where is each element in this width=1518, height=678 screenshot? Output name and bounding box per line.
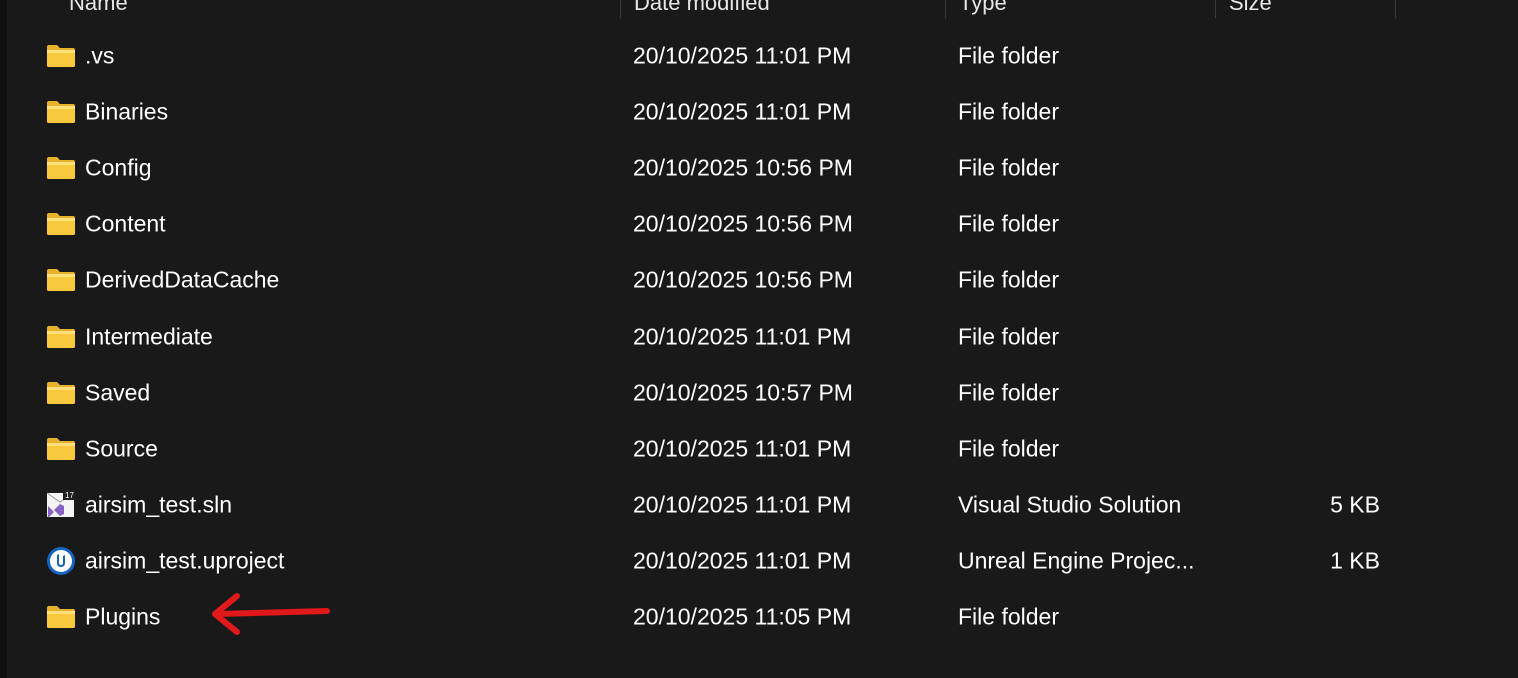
column-divider[interactable]	[1215, 0, 1216, 18]
file-date-modified: 20/10/2025 10:56 PM	[633, 266, 853, 293]
file-list: .vs 20/10/2025 11:01 PM File folder Binarie…	[0, 28, 1518, 645]
column-header-date-modified[interactable]: Date modified	[634, 0, 770, 16]
file-row[interactable]: Saved 20/10/2025 10:57 PM File folder	[0, 365, 1518, 421]
file-row[interactable]: Config 20/10/2025 10:56 PM File folder	[0, 140, 1518, 196]
file-name: Binaries	[85, 98, 169, 125]
file-name: Saved	[85, 379, 151, 406]
folder-icon	[47, 437, 75, 460]
file-type: File folder	[958, 42, 1059, 69]
file-size: 1 KB	[1330, 547, 1380, 574]
file-type: File folder	[958, 379, 1059, 406]
visual-studio-solution-icon: 17	[46, 489, 76, 518]
file-row[interactable]: DerivedDataCache 20/10/2025 10:56 PM File …	[0, 252, 1518, 308]
file-date-modified: 20/10/2025 11:01 PM	[633, 98, 852, 125]
file-name: DerivedDataCache	[85, 266, 280, 293]
red-arrow-icon	[212, 593, 330, 635]
file-date-modified: 20/10/2025 10:57 PM	[633, 379, 853, 406]
folder-icon	[47, 101, 75, 124]
folder-icon	[47, 325, 75, 348]
file-name: airsim_test.sln	[85, 491, 232, 518]
folder-icon	[47, 157, 75, 180]
file-type: File folder	[958, 323, 1059, 350]
file-name: airsim_test.uproject	[85, 547, 285, 574]
file-date-modified: 20/10/2025 11:01 PM	[633, 323, 852, 350]
file-date-modified: 20/10/2025 11:01 PM	[633, 547, 852, 574]
file-row[interactable]: Source 20/10/2025 11:01 PM File folder	[0, 421, 1518, 477]
column-header-size[interactable]: Size	[1229, 0, 1272, 16]
column-header-bar: Name Date modified Type Size	[7, 0, 1518, 18]
file-date-modified: 20/10/2025 11:01 PM	[633, 435, 852, 462]
file-name: Config	[85, 154, 152, 181]
file-type: File folder	[958, 266, 1059, 293]
file-explorer-window: Name Date modified Type Size .vs 20/10/20…	[0, 0, 1518, 678]
file-row[interactable]: airsim_test.uproject 20/10/2025 11:01 PM U…	[0, 533, 1518, 589]
file-size: 5 KB	[1330, 491, 1380, 518]
file-type: Visual Studio Solution	[958, 491, 1182, 518]
column-header-name[interactable]: Name	[69, 0, 128, 16]
vs-version-badge: 17	[65, 491, 74, 500]
file-row[interactable]: Intermediate 20/10/2025 11:01 PM File fold…	[0, 308, 1518, 364]
column-divider[interactable]	[620, 0, 621, 18]
file-type: File folder	[958, 98, 1059, 125]
folder-icon	[47, 45, 75, 68]
file-name: Plugins	[85, 603, 161, 630]
file-date-modified: 20/10/2025 10:56 PM	[633, 210, 853, 237]
file-type: File folder	[958, 210, 1059, 237]
file-type: File folder	[958, 603, 1059, 630]
file-row[interactable]: Content 20/10/2025 10:56 PM File folder	[0, 196, 1518, 252]
unreal-engine-icon	[47, 546, 75, 575]
file-type: File folder	[958, 435, 1059, 462]
column-header-type[interactable]: Type	[959, 0, 1007, 16]
file-name: .vs	[85, 42, 115, 69]
file-name: Source	[85, 435, 158, 462]
column-divider[interactable]	[1395, 0, 1396, 18]
file-date-modified: 20/10/2025 11:01 PM	[633, 491, 852, 518]
file-date-modified: 20/10/2025 11:05 PM	[633, 603, 852, 630]
file-row[interactable]: .vs 20/10/2025 11:01 PM File folder	[0, 28, 1518, 84]
folder-icon	[47, 605, 75, 628]
file-row[interactable]: Binaries 20/10/2025 11:01 PM File folder	[0, 84, 1518, 140]
file-type: Unreal Engine Projec...	[958, 547, 1195, 574]
file-row[interactable]: 17 airsim_test.sln 20/10/2025 11:01 PM Visu…	[0, 477, 1518, 533]
column-divider[interactable]	[945, 0, 946, 18]
folder-icon	[47, 381, 75, 404]
folder-icon	[47, 213, 75, 236]
file-name: Content	[85, 210, 166, 237]
file-type: File folder	[958, 154, 1059, 181]
file-date-modified: 20/10/2025 11:01 PM	[633, 42, 852, 69]
folder-icon	[47, 269, 75, 292]
file-date-modified: 20/10/2025 10:56 PM	[633, 154, 853, 181]
file-name: Intermediate	[85, 323, 213, 350]
